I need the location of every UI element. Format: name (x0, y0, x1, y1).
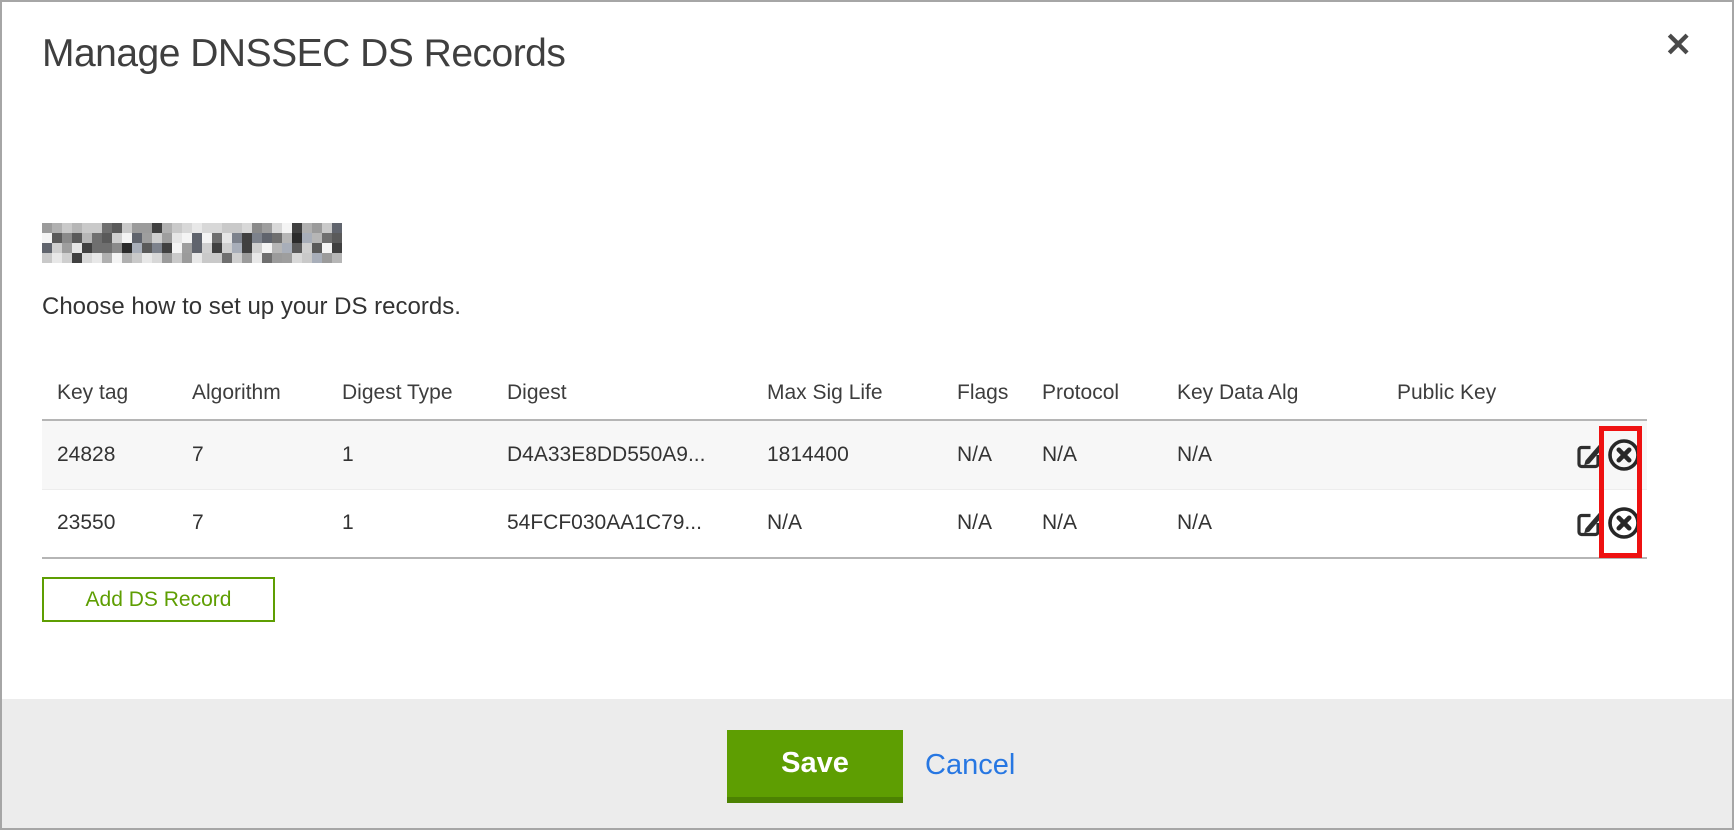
cell-flags: N/A (942, 420, 1027, 489)
edit-pencil-icon (1574, 440, 1604, 470)
delete-x-circle-icon (1607, 506, 1641, 540)
column-header-public-key: Public Key (1382, 362, 1547, 420)
column-header-key-tag: Key tag (42, 362, 177, 420)
delete-record-button[interactable] (1607, 438, 1641, 472)
cell-flags: N/A (942, 489, 1027, 558)
cell-digest: D4A33E8DD550A9... (492, 420, 752, 489)
table-row: 24828 7 1 D4A33E8DD550A9... 1814400 N/A … (42, 420, 1647, 489)
cell-key-tag: 23550 (42, 489, 177, 558)
cell-digest: 54FCF030AA1C79... (492, 489, 752, 558)
edit-record-button[interactable] (1574, 508, 1604, 538)
column-header-protocol: Protocol (1027, 362, 1162, 420)
column-header-digest-type: Digest Type (327, 362, 492, 420)
ds-records-table: Key tag Algorithm Digest Type Digest Max… (42, 362, 1647, 559)
edit-pencil-icon (1574, 508, 1604, 538)
column-header-digest: Digest (492, 362, 752, 420)
cell-public-key (1382, 420, 1547, 489)
cancel-link[interactable]: Cancel (925, 749, 1015, 782)
column-header-max-sig-life: Max Sig Life (752, 362, 942, 420)
cell-actions (1547, 489, 1647, 558)
modal-title: Manage DNSSEC DS Records (42, 32, 565, 76)
cell-actions (1547, 420, 1647, 489)
redacted-domain-name (42, 223, 342, 263)
close-icon: ✕ (1664, 26, 1692, 63)
cell-key-tag: 24828 (42, 420, 177, 489)
close-button[interactable]: ✕ (1660, 24, 1696, 65)
delete-record-button[interactable] (1607, 506, 1641, 540)
cell-protocol: N/A (1027, 489, 1162, 558)
dnssec-ds-records-modal: Manage DNSSEC DS Records ✕ Choose how to… (0, 0, 1734, 830)
cell-key-data-alg: N/A (1162, 489, 1382, 558)
edit-record-button[interactable] (1574, 440, 1604, 470)
column-header-algorithm: Algorithm (177, 362, 327, 420)
table-header-row: Key tag Algorithm Digest Type Digest Max… (42, 362, 1647, 420)
cell-algorithm: 7 (177, 420, 327, 489)
cell-protocol: N/A (1027, 420, 1162, 489)
cell-key-data-alg: N/A (1162, 420, 1382, 489)
cell-algorithm: 7 (177, 489, 327, 558)
save-button[interactable]: Save (727, 730, 903, 803)
add-ds-record-button[interactable]: Add DS Record (42, 577, 275, 622)
delete-x-circle-icon (1607, 438, 1641, 472)
instruction-text: Choose how to set up your DS records. (42, 293, 461, 321)
modal-footer: Save Cancel (2, 699, 1732, 828)
cell-digest-type: 1 (327, 420, 492, 489)
cell-public-key (1382, 489, 1547, 558)
cell-max-sig-life: 1814400 (752, 420, 942, 489)
column-header-flags: Flags (942, 362, 1027, 420)
column-header-actions (1547, 362, 1647, 420)
cell-digest-type: 1 (327, 489, 492, 558)
table-row: 23550 7 1 54FCF030AA1C79... N/A N/A N/A … (42, 489, 1647, 558)
cell-max-sig-life: N/A (752, 489, 942, 558)
column-header-key-data-alg: Key Data Alg (1162, 362, 1382, 420)
